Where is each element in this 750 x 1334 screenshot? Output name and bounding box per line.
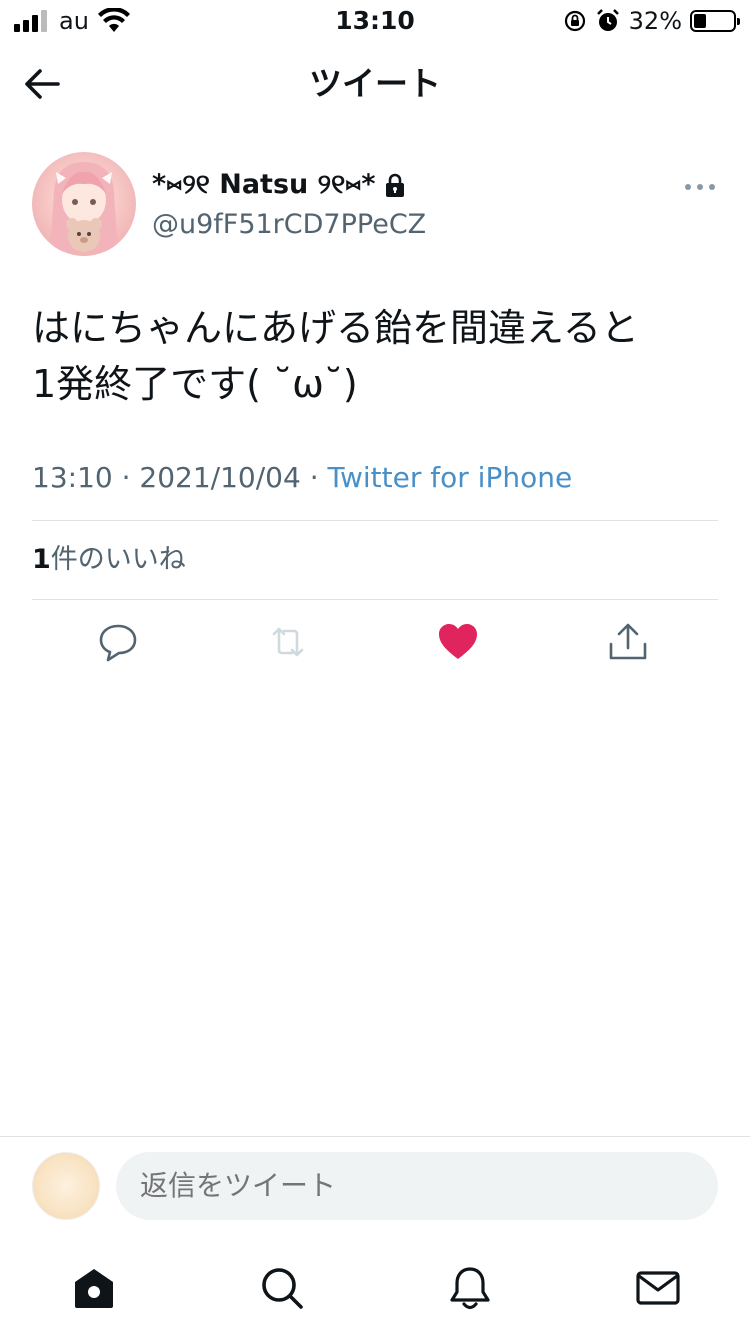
divider [0, 1136, 750, 1137]
like-label: 件のいいね [50, 544, 186, 575]
battery-level-fill [694, 14, 707, 28]
tweet-actions [0, 620, 750, 670]
battery-icon [690, 10, 740, 32]
avatar[interactable] [32, 152, 136, 256]
bell-icon[interactable] [446, 1264, 494, 1312]
alarm-icon [596, 9, 619, 31]
divider [32, 599, 718, 600]
share-icon[interactable] [606, 620, 650, 664]
more-options-icon[interactable] [684, 182, 716, 192]
page-title: ツイート [309, 64, 441, 103]
divider [32, 520, 718, 521]
bottom-nav [0, 1250, 750, 1334]
display-name[interactable]: *⑅୨୧ Natsu ୨୧⑅* [152, 168, 375, 202]
status-bar: au 13:10 32% [0, 0, 750, 40]
likes-summary[interactable]: 1件のいいね [32, 542, 186, 578]
lock-icon [386, 173, 405, 197]
reply-icon[interactable] [96, 620, 140, 664]
tweet-text: はにちゃんにあげる飴を間違えると 1発終了です( ˘ω˘) [32, 306, 639, 406]
tweet-author: *⑅୨୧ Natsu ୨୧⑅* @u9fF51rCD7PPeCZ [32, 152, 722, 258]
tweet-source-link[interactable]: Twitter for iPhone [328, 461, 573, 494]
name-row: *⑅୨୧ Natsu ୨୧⑅* [152, 168, 407, 202]
reply-input[interactable] [116, 1152, 718, 1220]
tweet-date: 2021/10/04 [139, 461, 301, 494]
mail-icon[interactable] [634, 1264, 682, 1312]
app-header: ツイート [0, 52, 750, 116]
home-icon[interactable] [70, 1264, 118, 1312]
tweet-meta: 13:10 · 2021/10/04 · Twitter for iPhone [32, 460, 572, 496]
reply-avatar [32, 1152, 100, 1220]
meta-separator: · [121, 461, 131, 494]
like-count: 1 [32, 544, 51, 575]
orientation-lock-icon [564, 10, 585, 32]
meta-separator-2: · [309, 461, 319, 494]
tweet-time: 13:10 [32, 461, 113, 494]
avatar-illustration [50, 162, 118, 252]
user-handle[interactable]: @u9fF51rCD7PPeCZ [152, 208, 426, 242]
status-right: 32% [563, 6, 740, 36]
heart-icon[interactable] [436, 620, 480, 664]
search-icon[interactable] [258, 1264, 306, 1312]
battery-percent: 32% [628, 7, 682, 35]
retweet-icon[interactable] [266, 620, 310, 664]
